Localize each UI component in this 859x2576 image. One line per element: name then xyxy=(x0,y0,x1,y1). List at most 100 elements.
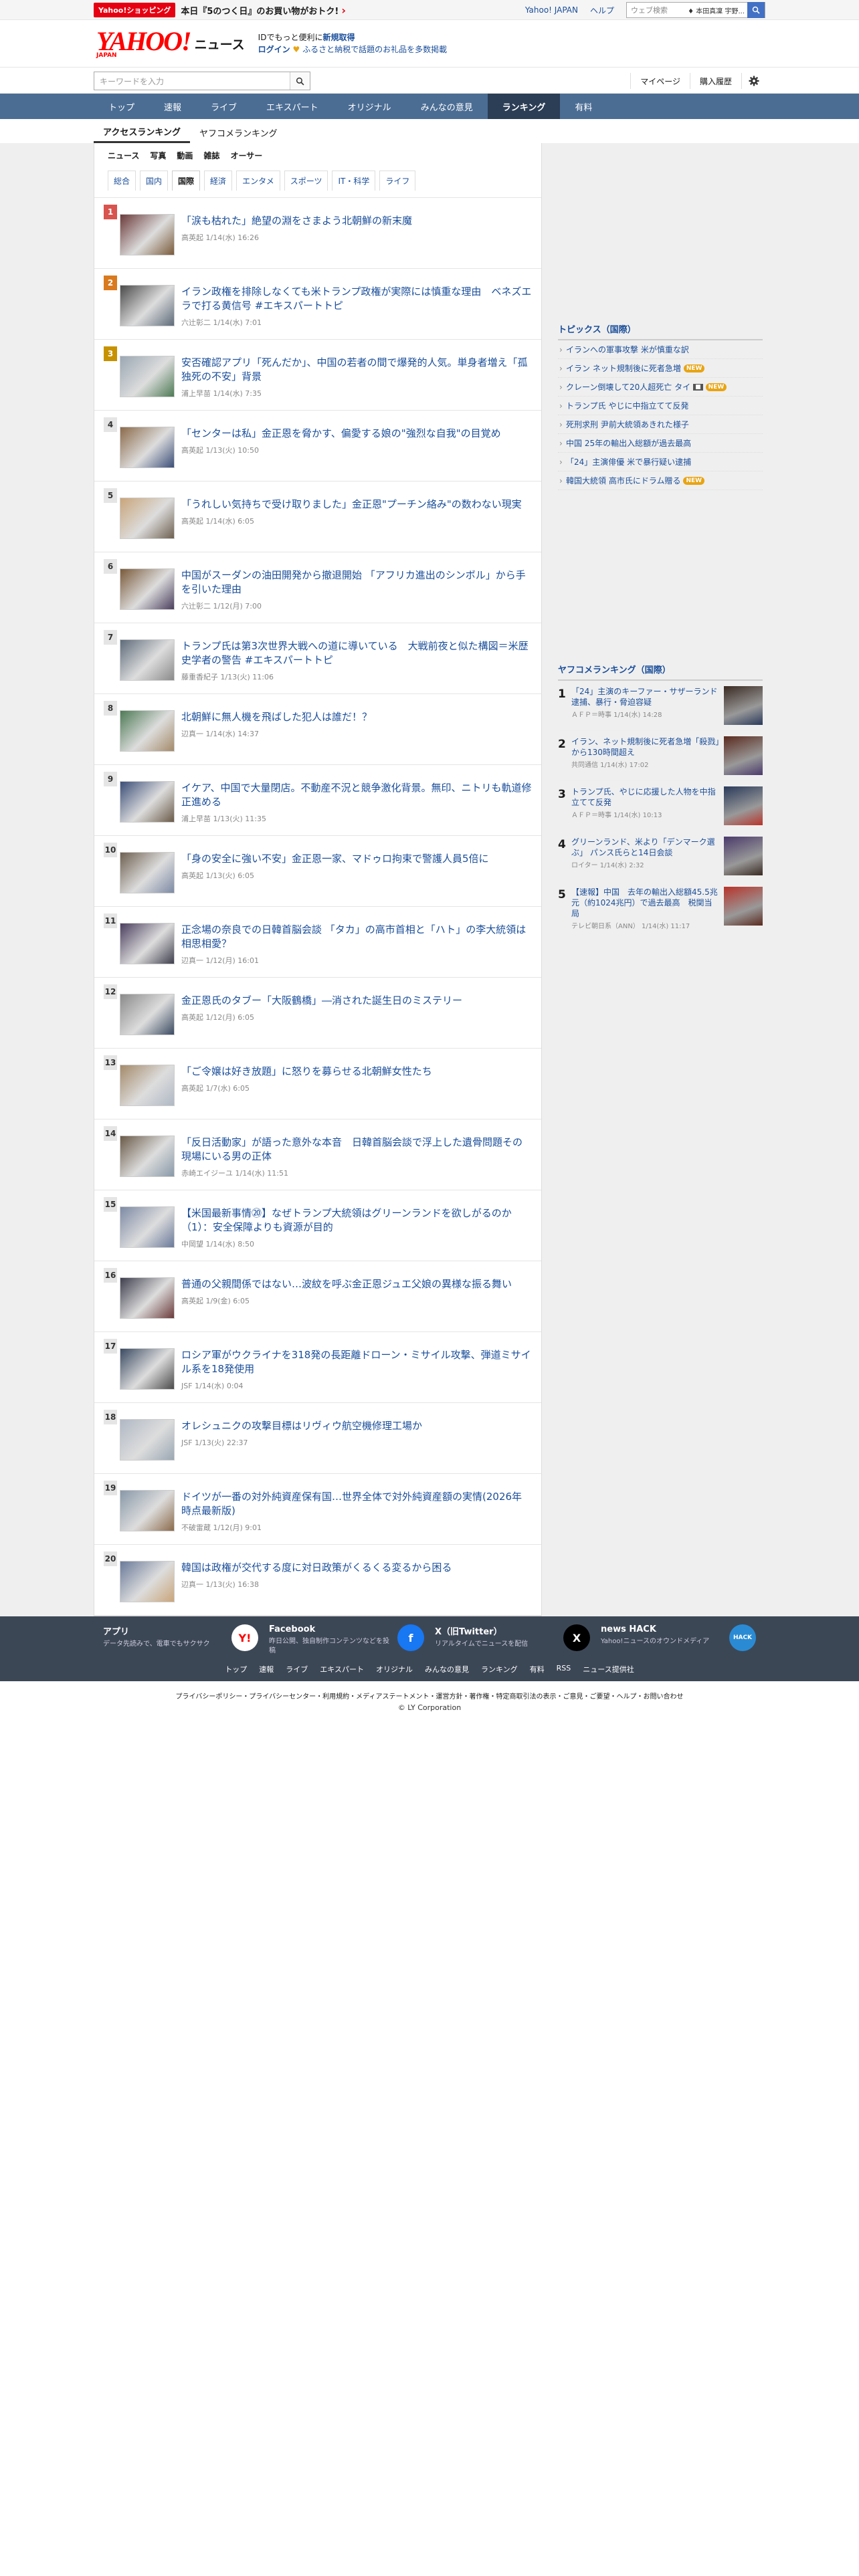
genre-economy[interactable]: 経済 xyxy=(204,171,233,191)
article-title[interactable]: 安否確認アプリ「死んだか」、中国の若者の間で爆発的人気。単身者増え「孤独死の不安… xyxy=(181,356,532,384)
topic-item[interactable]: 韓国大統領 高市氏にドラム贈るNEW xyxy=(558,471,763,490)
settings-button[interactable] xyxy=(741,73,765,89)
web-search-button[interactable] xyxy=(747,2,765,18)
ranking-item[interactable]: 4 「センターは私」金正恩を脅かす、偏愛する娘の"強烈な自我"の目覚め 高英起 1/… xyxy=(94,411,541,481)
topic-item[interactable]: 中国 25年の輸出入総額が過去最高 xyxy=(558,434,763,453)
shopping-badge[interactable]: Yahoo!ショッピング xyxy=(94,3,176,17)
topics-heading[interactable]: トピックス（国際） xyxy=(558,317,763,340)
topic-item[interactable]: 死刑求刑 尹前大統領あきれた様子 xyxy=(558,415,763,434)
topic-item[interactable]: クレーン倒壊して20人超死亡 タイ■NEW xyxy=(558,378,763,397)
keyword-search-button[interactable] xyxy=(290,72,310,90)
service-name[interactable]: ニュース xyxy=(195,35,245,53)
article-title[interactable]: 金正恩氏のタブー「大阪鶴橋」―消された誕生日のミステリー xyxy=(181,994,532,1008)
comment-ranking-item[interactable]: 2 イラン、ネット規制後に死者急増「殺戮」から130時間超え 共同通信 1/14(水… xyxy=(558,731,763,781)
yahoo-app-icon[interactable]: Y! xyxy=(231,1624,258,1651)
cat-video[interactable]: 動画 xyxy=(177,150,193,161)
footer-nav-item[interactable]: 速報 xyxy=(259,1664,274,1675)
article-thumbnail[interactable] xyxy=(724,736,763,775)
keyword-input[interactable]: キーワードを入力 xyxy=(94,76,290,87)
topic-item[interactable]: イランへの軍事攻撃 米が慎重な訳 xyxy=(558,340,763,359)
ranking-item[interactable]: 18 オレシュニクの攻撃目標はリヴィウ航空機修理工場か JSF 1/13(火) 22… xyxy=(94,1403,541,1474)
footer-nav-item[interactable]: ランキング xyxy=(481,1664,518,1675)
comment-ranking-item[interactable]: 3 トランプ氏、やじに応援した人物を中指立てて反発 ＡＦＰ＝時事 1/14(水) 1… xyxy=(558,781,763,831)
ranking-item[interactable]: 7 トランプ氏は第3次世界大戦への道に導いている 大戦前夜と似た構図＝米歴史学者の… xyxy=(94,623,541,694)
article-thumbnail[interactable] xyxy=(120,1136,175,1177)
article-thumbnail[interactable] xyxy=(120,427,175,468)
ranking-item[interactable]: 12 金正恩氏のタブー「大阪鶴橋」―消された誕生日のミステリー 高英起 1/12(月… xyxy=(94,978,541,1049)
article-thumbnail[interactable] xyxy=(120,710,175,752)
cat-photo[interactable]: 写真 xyxy=(150,150,166,161)
topic-item[interactable]: トランプ氏 やじに中指立てて反発 xyxy=(558,397,763,415)
article-title[interactable]: 「反日活動家」が語った意外な本音 日韓首脳会談で浮上した遺骨問題その現場にいる男… xyxy=(181,1136,532,1164)
web-search-input[interactable]: ウェブ検索 xyxy=(627,5,685,15)
article-title[interactable]: イラン、ネット規制後に死者急増「殺戮」から130時間超え xyxy=(571,736,720,758)
article-thumbnail[interactable] xyxy=(120,498,175,539)
tab-comment-ranking[interactable]: ヤフコメランキング xyxy=(190,122,287,143)
article-title[interactable]: トランプ氏、やじに応援した人物を中指立てて反発 xyxy=(571,786,720,808)
comment-ranking-item[interactable]: 1 「24」主演のキーファー・サザーランド逮捕、暴行・脅迫容疑 ＡＦＰ＝時事 1/1… xyxy=(558,681,763,731)
yahoo-logo[interactable]: YAHOO! JAPAN xyxy=(96,28,192,60)
comment-ranking-item[interactable]: 4 グリーンランド、米より「デンマーク選ぶ」 パンス氏らと14日会談 ロイター 1/… xyxy=(558,831,763,881)
topic-item[interactable]: イラン ネット規制後に死者急増NEW xyxy=(558,359,763,378)
article-title[interactable]: イケア、中国で大量閉店。不動産不況と競争激化背景。無印、ニトリも軌道修正進める xyxy=(181,781,532,809)
genre-international[interactable]: 国際 xyxy=(172,171,201,191)
article-thumbnail[interactable] xyxy=(120,852,175,893)
article-title[interactable]: 正念場の奈良での日韓首脳会談 「タカ」の高市首相と「ハト」の李大統領は相思相愛？ xyxy=(181,923,532,951)
article-title[interactable]: 【速報】中国 去年の輸出入総額45.5兆元（約1024兆円）で過去最高 税関当局 xyxy=(571,887,720,919)
ranking-item[interactable]: 6 中国がスーダンの油田開発から撤退開始 「アフリカ進出のシンボル」から手を引いた… xyxy=(94,552,541,623)
article-title[interactable]: 「ご令嬢は好き放題」に怒りを募らせる北朝鮮女性たち xyxy=(181,1065,532,1079)
furusato-link[interactable]: ふるさと納税で話題のお礼品を多数掲載 xyxy=(302,45,447,54)
article-thumbnail[interactable] xyxy=(120,568,175,610)
keyword-search[interactable]: キーワードを入力 xyxy=(94,72,310,90)
article-thumbnail[interactable] xyxy=(120,781,175,823)
article-thumbnail[interactable] xyxy=(724,837,763,875)
topic-title[interactable]: 中国 25年の輸出入総額が過去最高 xyxy=(566,437,691,449)
facebook-icon[interactable]: f xyxy=(397,1624,424,1651)
topic-title[interactable]: トランプ氏 やじに中指立てて反発 xyxy=(566,400,688,411)
nav-paid[interactable]: 有料 xyxy=(560,94,607,119)
topic-title[interactable]: クレーン倒壊して20人超死亡 タイ xyxy=(566,381,690,393)
nav-original[interactable]: オリジナル xyxy=(333,94,406,119)
article-title[interactable]: ロシア軍がウクライナを318発の長距離ドローン・ミサイル攻撃、弾道ミサイル系を1… xyxy=(181,1348,532,1376)
app-name[interactable]: Facebook xyxy=(269,1624,393,1634)
app-name[interactable]: X（旧Twitter） xyxy=(435,1624,559,1637)
article-thumbnail[interactable] xyxy=(120,1277,175,1319)
article-title[interactable]: 韓国は政権が交代する度に対日政策がくるくる変るから困る xyxy=(181,1561,532,1575)
purchase-history-link[interactable]: 購入履歴 xyxy=(689,73,741,89)
legal-links[interactable]: プライバシーポリシー・プライバシーセンター・利用規約・メディアステートメント・運… xyxy=(0,1681,859,1703)
footer-nav-item[interactable]: 有料 xyxy=(530,1664,545,1675)
article-title[interactable]: 「24」主演のキーファー・サザーランド逮捕、暴行・脅迫容疑 xyxy=(571,686,720,708)
footer-nav-item[interactable]: エキスパート xyxy=(320,1664,364,1675)
article-title[interactable]: 「身の安全に強い不安」金正恩一家、マドゥロ拘束で警護人員5倍に xyxy=(181,852,532,866)
genre-entertainment[interactable]: エンタメ xyxy=(236,171,280,191)
article-thumbnail[interactable] xyxy=(120,1490,175,1531)
ranking-item[interactable]: 14 「反日活動家」が語った意外な本音 日韓首脳会談で浮上した遺骨問題その現場にい… xyxy=(94,1119,541,1190)
x-link[interactable]: X（旧Twitter） リアルタイムでニュースを配信 X xyxy=(435,1624,590,1656)
help-link[interactable]: ヘルプ xyxy=(590,5,614,16)
cat-author[interactable]: オーサー xyxy=(230,150,262,161)
yahoo-japan-link[interactable]: Yahoo! JAPAN xyxy=(525,5,578,15)
article-thumbnail[interactable] xyxy=(120,994,175,1035)
topic-item[interactable]: 「24」主演俳優 米で暴行疑い逮捕 xyxy=(558,453,763,471)
cat-magazine[interactable]: 雑誌 xyxy=(203,150,219,161)
tab-access-ranking[interactable]: アクセスランキング xyxy=(94,122,190,143)
ranking-item[interactable]: 2 イラン政権を排除しなくても米トランプ政権が実際には慎重な理由 ベネズエラで打る… xyxy=(94,269,541,340)
app-name[interactable]: news HACK xyxy=(601,1624,725,1634)
genre-it-science[interactable]: IT・科学 xyxy=(332,171,376,191)
comment-ranking-heading[interactable]: ヤフコメランキング（国際） xyxy=(558,657,763,681)
facebook-link[interactable]: Facebook 昨日公開、独自制作コンテンツなどを投稿 f xyxy=(269,1624,424,1656)
search-suggestion[interactable]: ♦ 本田真凜 宇野... xyxy=(685,5,747,15)
ranking-item[interactable]: 11 正念場の奈良での日韓首脳会談 「タカ」の高市首相と「ハト」の李大統領は相思相… xyxy=(94,907,541,978)
topic-title[interactable]: 死刑求刑 尹前大統領あきれた様子 xyxy=(566,419,689,430)
ranking-item[interactable]: 10 「身の安全に強い不安」金正恩一家、マドゥロ拘束で警護人員5倍に 高英起 1/1… xyxy=(94,836,541,907)
article-title[interactable]: 「涙も枯れた」絶望の淵をさまよう北朝鮮の新末魔 xyxy=(181,214,532,228)
topic-title[interactable]: 「24」主演俳優 米で暴行疑い逮捕 xyxy=(566,456,691,467)
ranking-item[interactable]: 5 「うれしい気持ちで受け取りました」金正恩"プーチン絡み"の数わない現実 高英起 … xyxy=(94,481,541,552)
nav-live[interactable]: ライブ xyxy=(196,94,252,119)
nav-flash[interactable]: 速報 xyxy=(149,94,196,119)
article-thumbnail[interactable] xyxy=(120,1561,175,1602)
login-link[interactable]: ログイン xyxy=(258,45,290,54)
news-hack-icon[interactable]: HACK xyxy=(729,1624,756,1651)
article-thumbnail[interactable] xyxy=(120,923,175,964)
article-thumbnail[interactable] xyxy=(724,887,763,926)
